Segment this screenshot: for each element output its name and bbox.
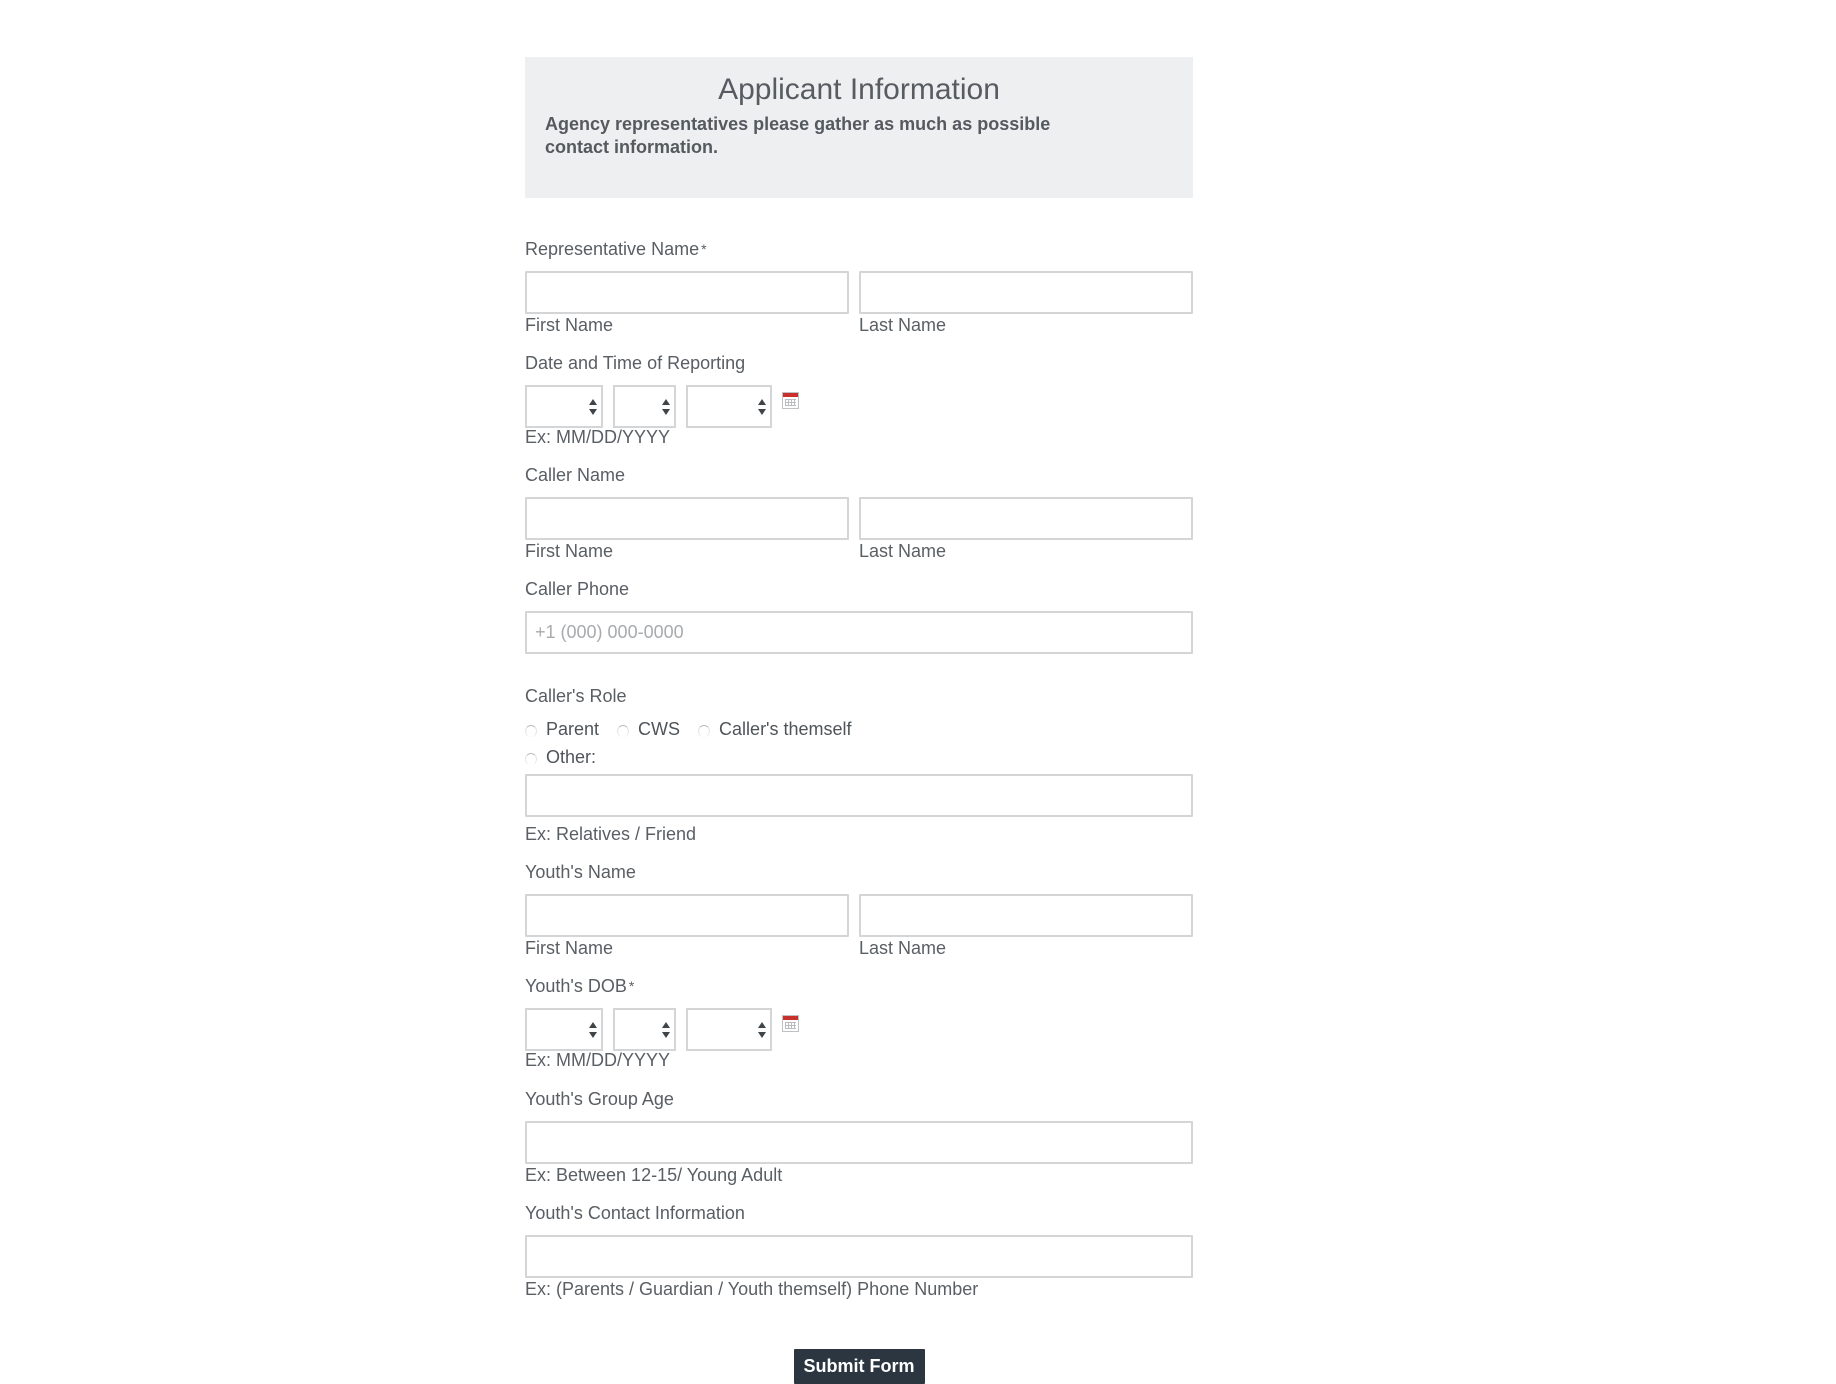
rep-last-name-sublabel: Last Name [859, 315, 947, 335]
other-role-input[interactable] [525, 774, 1193, 817]
spin-down-icon [662, 1032, 670, 1038]
form-header: Applicant Information Agency representat… [525, 57, 1193, 198]
spin-up-icon [662, 399, 670, 405]
dob-month-select[interactable] [525, 1008, 603, 1051]
spin-up-icon [758, 1022, 766, 1028]
spin-up-icon [589, 399, 597, 405]
form-subtitle: Agency representatives please gather as … [545, 114, 1051, 157]
radio-circle-icon[interactable] [698, 725, 711, 737]
radio-parent[interactable]: Parent [525, 719, 599, 740]
youth-age-input[interactable] [525, 1121, 1193, 1164]
caller-phone-field: Caller Phone [525, 578, 1193, 654]
radio-circle-icon[interactable] [525, 725, 537, 737]
rep-name-label: Representative Name * [525, 238, 1193, 260]
youth-name-label: Youth's Name [525, 862, 636, 882]
youth-age-field: Youth's Group Age Ex: Between 12-15/ You… [525, 1088, 1193, 1186]
caller-phone-input[interactable] [525, 611, 1193, 654]
applicant-form: Applicant Information Agency representat… [525, 57, 1193, 1384]
day-select[interactable] [613, 385, 676, 428]
radio-cws-label: CWS [638, 718, 681, 739]
radio-circle-icon[interactable] [617, 725, 630, 737]
date-reporting-field: Date and Time of Reporting Ex: MM/DD/YYY… [525, 352, 1193, 448]
spin-up-icon [589, 1022, 597, 1028]
youth-dob-hint: Ex: MM/DD/YYYY [525, 1050, 671, 1070]
radio-callers-themself-label: Caller's themself [719, 718, 852, 739]
month-select[interactable] [525, 385, 603, 428]
caller-first-name-input[interactable] [525, 497, 849, 540]
caller-role-label: Caller's Role [525, 686, 627, 706]
radio-circle-icon[interactable] [525, 753, 537, 765]
spin-down-icon [758, 1032, 766, 1038]
radio-parent-label: Parent [546, 718, 600, 739]
caller-last-name-input[interactable] [859, 497, 1193, 540]
form-title: Applicant Information [718, 73, 1000, 106]
date-reporting-hint: Ex: MM/DD/YYYY [525, 427, 671, 447]
radio-cws[interactable]: CWS [617, 719, 680, 740]
radio-other[interactable]: Other: [525, 747, 596, 768]
year-select[interactable] [686, 385, 772, 428]
required-marker: * [701, 241, 707, 257]
youth-age-label: Youth's Group Age [525, 1089, 674, 1109]
calendar-icon[interactable] [782, 392, 799, 409]
spin-down-icon [589, 409, 597, 415]
calendar-icon[interactable] [782, 1015, 799, 1032]
rep-first-name-sublabel: First Name [525, 315, 614, 335]
youth-contact-label: Youth's Contact Information [525, 1203, 745, 1223]
submit-area: Submit Form [525, 1349, 1193, 1384]
spin-down-icon [589, 1032, 597, 1038]
youth-first-name-sublabel: First Name [525, 938, 614, 958]
rep-name-label-text: Representative Name [525, 239, 700, 259]
radio-callers-themself[interactable]: Caller's themself [698, 718, 852, 740]
other-role-hint: Ex: Relatives / Friend [525, 824, 697, 844]
radio-other-label: Other: [546, 746, 597, 767]
youth-contact-input[interactable] [525, 1235, 1193, 1278]
caller-phone-label: Caller Phone [525, 579, 630, 599]
youth-dob-field: Youth's DOB * Ex: MM/DD/YYYY [525, 975, 1193, 1071]
spin-up-icon [662, 1022, 670, 1028]
youth-dob-label-text: Youth's DOB [525, 976, 627, 996]
spin-down-icon [662, 409, 670, 415]
youth-contact-hint: Ex: (Parents / Guardian / Youth themself… [525, 1279, 979, 1299]
youth-first-name-input[interactable] [525, 894, 849, 937]
spin-down-icon [758, 409, 766, 415]
caller-last-name-sublabel: Last Name [859, 541, 947, 561]
date-reporting-label: Date and Time of Reporting [525, 353, 746, 373]
youth-contact-field: Youth's Contact Information Ex: (Parents… [525, 1202, 1193, 1300]
caller-first-name-sublabel: First Name [525, 541, 614, 561]
required-marker: * [628, 978, 635, 994]
youth-last-name-sublabel: Last Name [859, 938, 947, 958]
caller-name-label: Caller Name [525, 465, 626, 485]
youth-dob-label: Youth's DOB * [525, 975, 1193, 997]
caller-role-field: Caller's Role Parent CWS Caller's themse… [525, 685, 1193, 845]
rep-name-field: Representative Name * First Name Last Nam… [525, 238, 1193, 336]
youth-name-field: Youth's Name First Name Last Name [525, 861, 1193, 959]
dob-year-select[interactable] [686, 1008, 772, 1051]
youth-age-hint: Ex: Between 12-15/ Young Adult [525, 1165, 783, 1185]
youth-last-name-input[interactable] [859, 894, 1193, 937]
rep-first-name-input[interactable] [525, 271, 849, 314]
rep-last-name-input[interactable] [859, 271, 1193, 314]
submit-button[interactable]: Submit Form [793, 1349, 925, 1384]
spin-up-icon [758, 399, 766, 405]
caller-name-field: Caller Name First Name Last Name [525, 464, 1193, 562]
dob-day-select[interactable] [613, 1008, 676, 1051]
